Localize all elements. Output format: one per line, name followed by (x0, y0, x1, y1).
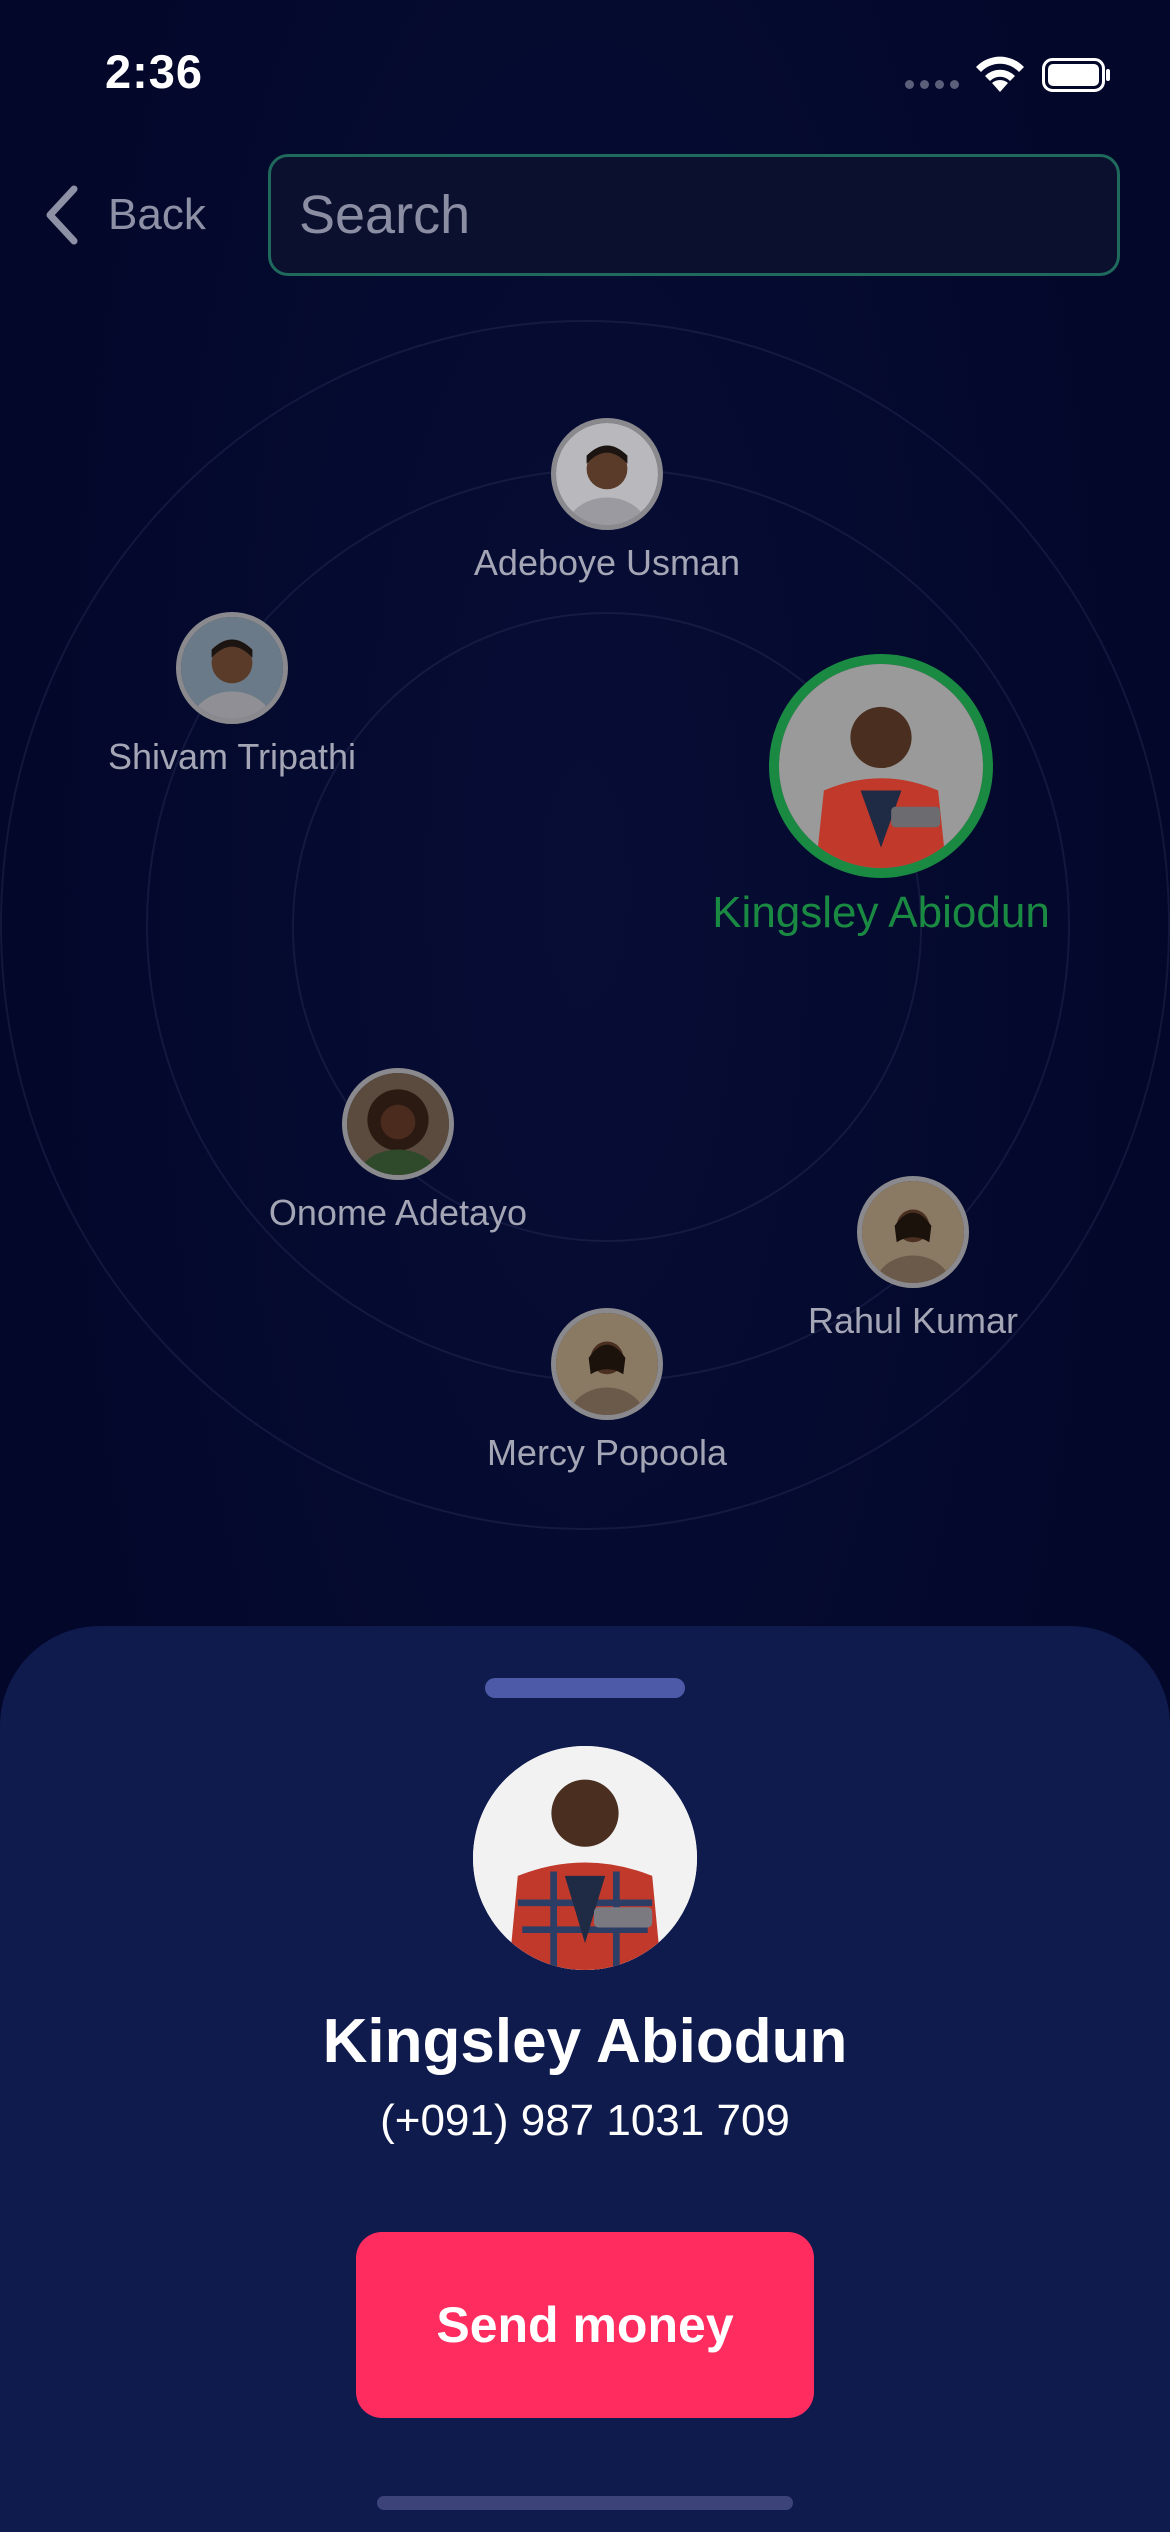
person-photo (181, 617, 283, 719)
search-input[interactable] (268, 154, 1120, 276)
nearby-person-mercy[interactable]: Mercy Popoola (417, 1308, 797, 1474)
battery-icon (1042, 58, 1110, 92)
selected-contact-phone: (+091) 987 1031 709 (380, 2096, 790, 2145)
person-photo (556, 423, 658, 525)
person-name: Shivam Tripathi (107, 736, 357, 777)
back-button[interactable]: Back (40, 180, 206, 250)
person-photo (556, 1313, 658, 1415)
sheet-drag-handle[interactable] (485, 1678, 685, 1698)
avatar (857, 1176, 969, 1288)
avatar (342, 1068, 454, 1180)
home-indicator[interactable] (377, 2496, 793, 2510)
person-photo (347, 1073, 449, 1175)
chevron-left-icon (46, 185, 78, 245)
status-time: 2:36 (105, 45, 204, 98)
person-name: Kingsley Abiodun (712, 888, 1050, 937)
nearby-person-kingsley-selected[interactable]: Kingsley Abiodun (691, 654, 1071, 938)
screen: 2:36 Back A (0, 0, 1170, 2532)
person-name: Mercy Popoola (486, 1432, 728, 1473)
contact-bottom-sheet: Kingsley Abiodun (+091) 987 1031 709 Sen… (0, 1626, 1170, 2532)
person-name: Rahul Kumar (807, 1300, 1019, 1341)
selected-contact-name: Kingsley Abiodun (322, 2007, 848, 2076)
person-name: Onome Adetayo (268, 1192, 528, 1233)
person-photo (862, 1181, 964, 1283)
cellular-signal-icon (905, 80, 959, 89)
send-money-button[interactable]: Send money (356, 2232, 814, 2418)
avatar (176, 612, 288, 724)
nearby-radar: Adeboye Usman Shivam Tripathi Kingsley A… (0, 300, 1170, 1560)
wifi-icon (976, 56, 1024, 92)
person-photo (473, 1746, 697, 1970)
nearby-person-shivam[interactable]: Shivam Tripathi (42, 612, 422, 778)
person-photo (779, 664, 983, 868)
nearby-person-onome[interactable]: Onome Adetayo (208, 1068, 588, 1234)
back-label: Back (108, 190, 206, 239)
avatar (769, 654, 993, 878)
person-name: Adeboye Usman (473, 542, 741, 583)
avatar (551, 1308, 663, 1420)
nearby-person-adeboye[interactable]: Adeboye Usman (417, 418, 797, 584)
avatar (551, 418, 663, 530)
selected-contact-avatar (473, 1746, 697, 1970)
